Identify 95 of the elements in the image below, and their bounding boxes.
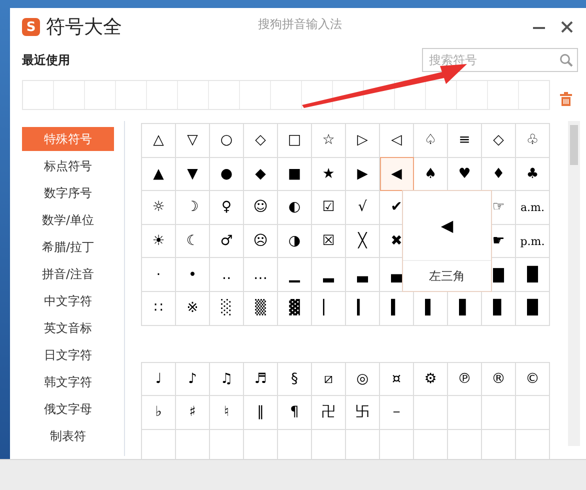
symbol-cell[interactable]: ▁ bbox=[278, 258, 312, 292]
symbol-cell[interactable]: © bbox=[516, 362, 550, 396]
symbol-cell[interactable]: ● bbox=[210, 157, 244, 191]
symbol-cell[interactable]: ♧ bbox=[516, 124, 550, 158]
symbol-cell[interactable]: ♣ bbox=[516, 157, 550, 191]
category-tab[interactable]: 标点符号 bbox=[22, 154, 114, 178]
symbol-cell[interactable]: √ bbox=[346, 190, 380, 224]
symbol-cell[interactable]: ☑ bbox=[312, 190, 346, 224]
symbol-cell[interactable]: p.m. bbox=[516, 224, 550, 258]
category-tab[interactable]: 数学/单位 bbox=[22, 208, 114, 232]
symbol-cell[interactable]: ◀ bbox=[380, 157, 414, 191]
category-tab[interactable]: 俄文字母 bbox=[22, 397, 114, 421]
symbol-cell[interactable]: ◆ bbox=[244, 157, 278, 191]
symbol-cell[interactable]: a.m. bbox=[516, 190, 550, 224]
symbol-cell[interactable]: ¶ bbox=[278, 396, 312, 430]
trash-icon[interactable] bbox=[560, 92, 572, 106]
symbol-cell[interactable]: ⧄ bbox=[312, 362, 346, 396]
symbol-cell[interactable]: ♮ bbox=[210, 396, 244, 430]
symbol-cell[interactable]: ♂ bbox=[210, 224, 244, 258]
symbol-name: 左三角 bbox=[428, 268, 466, 284]
symbol-cell[interactable]: ☀ bbox=[142, 224, 176, 258]
symbol-cell[interactable]: ◎ bbox=[346, 362, 380, 396]
symbol-cell[interactable]: █ bbox=[516, 258, 550, 292]
symbol-cell[interactable] bbox=[516, 396, 550, 430]
app-name: 搜狗拼音输入法 bbox=[258, 16, 342, 33]
symbol-cell[interactable]: ◐ bbox=[278, 190, 312, 224]
symbol-cell[interactable]: ▷ bbox=[346, 124, 380, 158]
symbol-cell[interactable]: □ bbox=[278, 124, 312, 158]
symbol-cell[interactable]: ☺ bbox=[244, 190, 278, 224]
symbol-cell[interactable]: ○ bbox=[210, 124, 244, 158]
symbol-cell[interactable]: · bbox=[142, 258, 176, 292]
category-tab[interactable]: 数字序号 bbox=[22, 181, 114, 205]
symbol-cell[interactable]: ▃ bbox=[346, 258, 380, 292]
symbol-cell[interactable]: █ bbox=[516, 291, 550, 326]
symbol-cell[interactable]: ♪ bbox=[176, 362, 210, 396]
symbol-cell[interactable]: ★ bbox=[312, 157, 346, 191]
symbol-cell[interactable]: ╳ bbox=[346, 224, 380, 258]
scrollbar[interactable] bbox=[568, 121, 580, 446]
category-tab[interactable]: 中文字符 bbox=[22, 289, 114, 313]
symbol-cell[interactable]: § bbox=[278, 362, 312, 396]
symbol-cell[interactable]: ▓ bbox=[278, 291, 312, 326]
symbol-cell[interactable]: ☾ bbox=[176, 224, 210, 258]
symbol-cell[interactable]: … bbox=[244, 258, 278, 292]
symbol-cell[interactable]: ♩ bbox=[142, 362, 176, 396]
search-icon[interactable] bbox=[559, 53, 573, 67]
symbol-cell[interactable]: ▽ bbox=[176, 124, 210, 158]
category-tab[interactable]: 日文字符 bbox=[22, 343, 114, 367]
symbol-cell[interactable]: 卍 bbox=[312, 396, 346, 430]
category-tab[interactable]: 英文音标 bbox=[22, 316, 114, 340]
symbol-cell[interactable]: ♭ bbox=[142, 396, 176, 430]
symbol-cell[interactable]: ◇ bbox=[482, 124, 516, 158]
symbol-cell[interactable]: ♤ bbox=[414, 124, 448, 158]
symbol-cell[interactable]: － bbox=[380, 396, 414, 430]
symbol-cell[interactable]: ∷ bbox=[142, 291, 176, 326]
symbol-cell[interactable] bbox=[448, 396, 482, 430]
symbol-cell[interactable]: ▂ bbox=[312, 258, 346, 292]
symbol-cell[interactable]: ☼ bbox=[142, 190, 176, 224]
symbol-cell[interactable]: △ bbox=[142, 124, 176, 158]
logo-icon: S bbox=[22, 18, 40, 36]
symbol-cell[interactable]: ▒ bbox=[244, 291, 278, 326]
symbol-cell[interactable]: ▲ bbox=[142, 157, 176, 191]
symbol-cell[interactable]: ⚙ bbox=[414, 362, 448, 396]
symbol-cell[interactable]: ‥ bbox=[210, 258, 244, 292]
symbol-cell[interactable]: ℗ bbox=[448, 362, 482, 396]
symbol-cell[interactable]: ▏ bbox=[312, 291, 346, 326]
symbol-cell[interactable]: • bbox=[176, 258, 210, 292]
symbol-cell[interactable]: ▼ bbox=[176, 157, 210, 191]
category-tab[interactable]: 拼音/注音 bbox=[22, 262, 114, 286]
section-heading: 最近使用 bbox=[22, 52, 70, 68]
symbol-cell[interactable]: ■ bbox=[278, 157, 312, 191]
symbol-cell[interactable]: ® bbox=[482, 362, 516, 396]
category-tab[interactable]: 制表符 bbox=[22, 424, 114, 448]
symbol-cell[interactable]: 卐 bbox=[346, 396, 380, 430]
symbol-cell[interactable]: ※ bbox=[176, 291, 210, 326]
symbol-cell[interactable]: ▎ bbox=[346, 291, 380, 326]
close-icon[interactable] bbox=[560, 20, 574, 34]
symbol-cell[interactable]: ♯ bbox=[176, 396, 210, 430]
symbol-cell[interactable]: ☆ bbox=[312, 124, 346, 158]
symbol-cell[interactable]: ░ bbox=[210, 291, 244, 326]
symbol-cell[interactable]: ◑ bbox=[278, 224, 312, 258]
symbol-cell[interactable] bbox=[482, 396, 516, 430]
symbol-cell[interactable]: ‖ bbox=[244, 396, 278, 430]
category-tab[interactable]: 韩文字符 bbox=[22, 370, 114, 394]
category-tab[interactable]: 希腊/拉丁 bbox=[22, 235, 114, 259]
symbol-cell[interactable]: ☒ bbox=[312, 224, 346, 258]
symbol-cell[interactable]: ♀ bbox=[210, 190, 244, 224]
symbol-cell[interactable]: ¤ bbox=[380, 362, 414, 396]
symbol-cell[interactable]: ☽ bbox=[176, 190, 210, 224]
symbol-cell[interactable]: ☹ bbox=[244, 224, 278, 258]
symbol-cell[interactable]: ♫ bbox=[210, 362, 244, 396]
symbol-cell[interactable]: ♬ bbox=[244, 362, 278, 396]
symbol-cell[interactable] bbox=[414, 396, 448, 430]
symbol-cell[interactable]: ≡ bbox=[448, 124, 482, 158]
symbol-cell[interactable]: ◇ bbox=[244, 124, 278, 158]
window-title: 符号大全 bbox=[46, 15, 122, 40]
